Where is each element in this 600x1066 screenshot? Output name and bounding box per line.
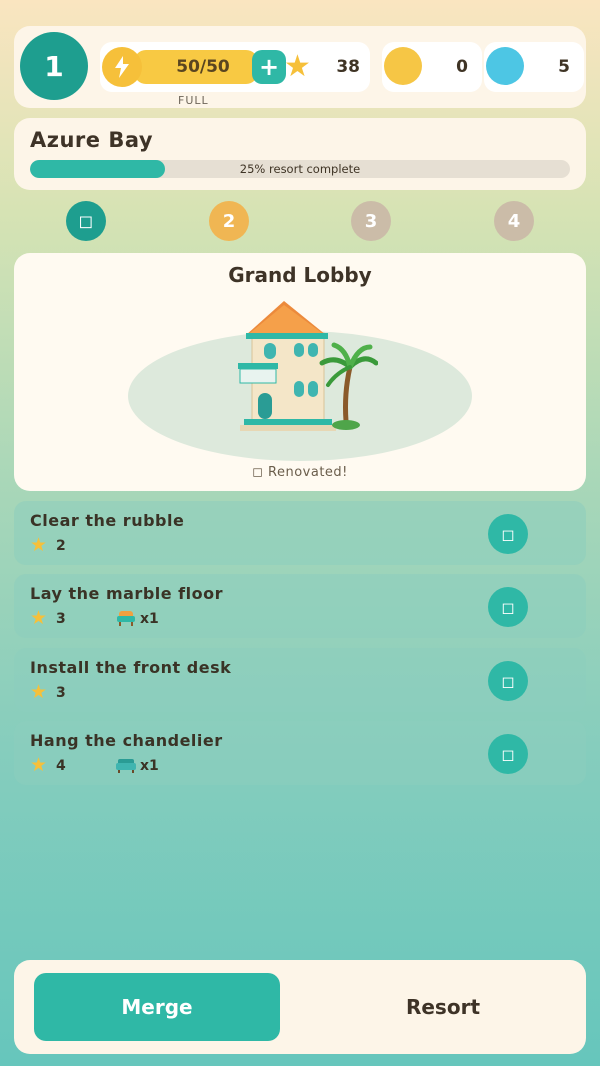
task-complete-button[interactable]: ◻ — [488, 661, 528, 701]
level-badge[interactable]: 1 — [20, 32, 88, 100]
room-card: Grand Lobby ◻ Renovated! — [14, 253, 586, 491]
task-complete-button[interactable]: ◻ — [488, 514, 528, 554]
resort-progress-bar: 25% resort complete — [30, 160, 570, 178]
stage-4-marker[interactable]: 4 — [494, 201, 534, 241]
room-status: ◻ Renovated! — [252, 465, 348, 480]
coins-count: 0 — [456, 57, 468, 77]
gems-panel[interactable]: 5 — [484, 42, 584, 92]
star-icon: ★ — [30, 681, 48, 703]
lightning-icon — [102, 47, 142, 87]
task-row: Hang the chandelier ★ 4 x1 ◻ — [14, 721, 586, 785]
energy-bar: 50/50 — [134, 50, 258, 84]
armchair-icon — [117, 611, 135, 626]
energy-stars-panel: 50/50 + ★ 38 — [100, 42, 370, 92]
resort-progress-label: 25% resort complete — [239, 162, 361, 176]
location-name: Azure Bay — [30, 128, 154, 152]
stage-1-marker[interactable]: ◻ — [66, 201, 106, 241]
bottom-nav: Merge Resort — [14, 960, 586, 1054]
task-complete-button[interactable]: ◻ — [488, 587, 528, 627]
task-star-cost: 3 — [56, 611, 66, 627]
top-bar: 1 50/50 + ★ 38 FULL 0 5 — [14, 26, 586, 108]
coins-panel[interactable]: 0 — [382, 42, 482, 92]
task-name: Lay the marble floor — [30, 584, 223, 603]
task-star-cost: 3 — [56, 685, 66, 701]
star-icon: ★ — [30, 607, 48, 629]
gem-icon — [486, 47, 524, 85]
task-star-cost: 4 — [56, 758, 66, 774]
task-name: Hang the chandelier — [30, 731, 223, 750]
task-item-qty: x1 — [140, 758, 159, 774]
add-energy-button[interactable]: + — [252, 50, 286, 84]
star-icon: ★ — [30, 754, 48, 776]
gems-count: 5 — [558, 57, 570, 77]
energy-status: FULL — [178, 94, 209, 107]
sofa-icon — [116, 759, 136, 773]
task-item-qty: x1 — [140, 611, 159, 627]
stars-count: 38 — [336, 57, 360, 77]
merge-tab-button[interactable]: Merge — [34, 973, 280, 1041]
villa-building-icon[interactable] — [228, 293, 378, 443]
task-row: Clear the rubble ★ 2 ◻ — [14, 501, 586, 565]
resort-tab-button[interactable]: Resort — [320, 973, 566, 1041]
task-row: Lay the marble floor ★ 3 x1 ◻ — [14, 574, 586, 638]
stage-2-marker[interactable]: 2 — [209, 201, 249, 241]
stage-3-marker[interactable]: 3 — [351, 201, 391, 241]
star-icon: ★ — [284, 49, 311, 84]
room-title: Grand Lobby — [228, 263, 372, 287]
task-star-cost: 2 — [56, 538, 66, 554]
star-icon: ★ — [30, 534, 48, 556]
location-panel: Azure Bay 25% resort complete — [14, 118, 586, 190]
task-name: Clear the rubble — [30, 511, 185, 530]
coin-icon — [384, 47, 422, 85]
task-name: Install the front desk — [30, 658, 232, 677]
task-row: Install the front desk ★ 3 ◻ — [14, 648, 586, 712]
task-complete-button[interactable]: ◻ — [488, 734, 528, 774]
